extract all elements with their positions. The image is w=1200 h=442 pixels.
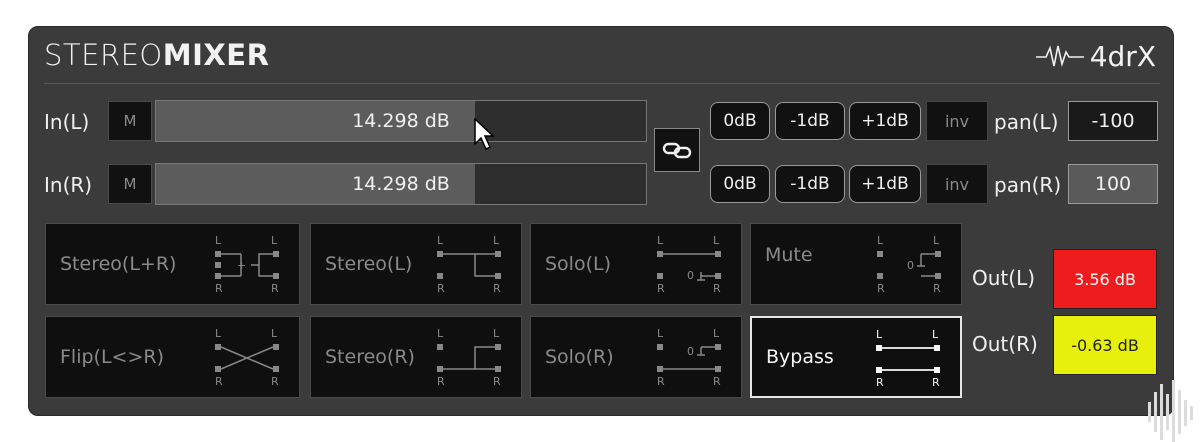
svg-text:L: L	[437, 327, 444, 340]
mode-solo-l-button[interactable]: Solo(L) L L R R 0	[530, 223, 742, 305]
mute-left-button[interactable]: M	[108, 101, 152, 141]
svg-text:L: L	[493, 234, 500, 247]
svg-text:R: R	[271, 375, 279, 387]
plus-1db-right-button[interactable]: +1dB	[849, 165, 921, 203]
header-divider	[44, 83, 1160, 84]
svg-text:0: 0	[687, 269, 694, 282]
svg-text:R: R	[437, 375, 445, 387]
svg-text:R: R	[713, 282, 721, 294]
svg-text:0: 0	[687, 345, 694, 358]
plus-1db-left-button[interactable]: +1dB	[849, 102, 921, 140]
brand-logo: 4drX	[1035, 40, 1156, 73]
svg-text:L: L	[933, 234, 940, 247]
bypass-routing-icon: L L R R	[876, 328, 940, 388]
mode-stereo-r-label: Stereo(R)	[325, 346, 415, 368]
svg-text:L: L	[657, 234, 664, 247]
svg-text:L: L	[437, 234, 444, 247]
gain-right-value: 14.298 dB	[352, 173, 450, 195]
svg-text:L: L	[271, 327, 278, 340]
svg-text:L: L	[215, 327, 222, 340]
svg-text:R: R	[713, 375, 721, 387]
mouse-pointer-icon	[474, 118, 495, 151]
svg-text:R: R	[215, 375, 223, 387]
mode-flip-label: Flip(L<>R)	[60, 346, 164, 368]
icon-label-l: L	[215, 234, 222, 247]
svg-text:R: R	[657, 375, 665, 387]
title-mixer: MIXER	[162, 38, 270, 72]
mode-stereo-lr-label: Stereo(L+R)	[60, 253, 177, 275]
svg-text:R: R	[657, 282, 665, 294]
audio-watermark-icon	[1148, 380, 1193, 442]
svg-text:0: 0	[907, 259, 914, 272]
svg-text:L: L	[713, 234, 720, 247]
icon-label-l: L	[271, 234, 278, 247]
gain-left-slider[interactable]: 14.298 dB	[155, 100, 647, 142]
zero-db-left-button[interactable]: 0dB	[710, 102, 770, 140]
pan-left-label: pan(L)	[994, 110, 1059, 134]
link-channels-button[interactable]	[654, 128, 700, 172]
stereo-right-routing-icon: L L R R	[437, 327, 501, 387]
flip-routing-icon: L L R R	[215, 327, 279, 387]
icon-label-plus: +	[237, 259, 246, 272]
svg-text:L: L	[877, 234, 884, 247]
pan-left-value[interactable]: -100	[1068, 101, 1158, 141]
mute-right-button[interactable]: M	[108, 164, 152, 204]
pan-right-value[interactable]: 100	[1068, 164, 1158, 204]
svg-text:L: L	[932, 328, 939, 341]
mode-stereo-l-label: Stereo(L)	[325, 253, 413, 275]
invert-right-button[interactable]: inv	[926, 164, 988, 204]
mode-solo-r-button[interactable]: Solo(R) L L R R 0	[530, 316, 742, 398]
stereo-sum-routing-icon: L L R R +	[215, 234, 279, 294]
svg-text:R: R	[932, 376, 940, 388]
output-right-meter: -0.63 dB	[1053, 315, 1157, 375]
brand-name: 4drX	[1089, 40, 1156, 73]
mode-flip-button[interactable]: Flip(L<>R) L L R R	[45, 316, 300, 398]
mode-solo-r-label: Solo(R)	[545, 346, 614, 368]
chain-link-icon	[662, 142, 692, 159]
svg-text:L: L	[876, 328, 883, 341]
svg-text:R: R	[493, 282, 501, 294]
plugin-title: STEREOMIXER	[44, 38, 269, 72]
output-left-meter: 3.56 dB	[1053, 249, 1157, 309]
svg-text:L: L	[657, 327, 664, 340]
input-right-label: In(R)	[44, 173, 93, 197]
icon-label-r: R	[215, 282, 223, 294]
svg-text:L: L	[713, 327, 720, 340]
mute-routing-icon: L L R R 0	[877, 234, 941, 294]
svg-text:R: R	[876, 376, 884, 388]
svg-text:L: L	[493, 327, 500, 340]
gain-left-value: 14.298 dB	[352, 110, 450, 132]
stereo-left-routing-icon: L L R R	[437, 234, 501, 294]
mode-mute-label: Mute	[765, 244, 813, 266]
svg-text:R: R	[933, 282, 941, 294]
input-left-label: In(L)	[44, 110, 90, 134]
mode-stereo-l-button[interactable]: Stereo(L) L L R R	[310, 223, 522, 305]
minus-1db-left-button[interactable]: -1dB	[775, 102, 845, 140]
svg-text:R: R	[437, 282, 445, 294]
icon-label-r: R	[271, 282, 279, 294]
gain-right-slider[interactable]: 14.298 dB	[155, 163, 647, 205]
zero-db-right-button[interactable]: 0dB	[710, 165, 770, 203]
waveform-icon	[1035, 44, 1084, 67]
title-stereo: STEREO	[44, 38, 163, 72]
invert-left-button[interactable]: inv	[926, 101, 988, 141]
mode-bypass-button[interactable]: Bypass L L R R	[750, 316, 962, 398]
mode-stereo-r-button[interactable]: Stereo(R) L L R R	[310, 316, 522, 398]
svg-text:R: R	[493, 375, 501, 387]
output-left-label: Out(L)	[972, 266, 1036, 290]
mode-stereo-lr-button[interactable]: Stereo(L+R) L L R R +	[45, 223, 300, 305]
solo-left-routing-icon: L L R R 0	[657, 234, 721, 294]
mode-solo-l-label: Solo(L)	[545, 253, 611, 275]
mode-bypass-label: Bypass	[766, 346, 834, 368]
output-right-label: Out(R)	[972, 332, 1038, 356]
minus-1db-right-button[interactable]: -1dB	[775, 165, 845, 203]
solo-right-routing-icon: L L R R 0	[657, 327, 721, 387]
pan-right-label: pan(R)	[994, 173, 1062, 197]
svg-text:R: R	[877, 282, 885, 294]
mode-mute-button[interactable]: Mute L L R R 0	[750, 223, 962, 305]
